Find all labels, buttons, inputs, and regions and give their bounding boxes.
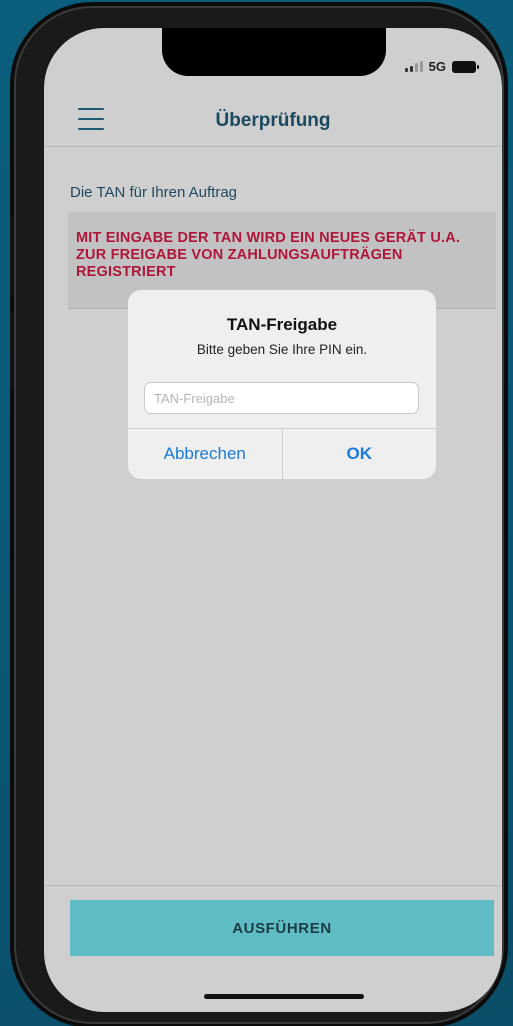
ok-button[interactable]: OK xyxy=(281,429,437,479)
cancel-button[interactable]: Abbrechen xyxy=(128,429,282,479)
phone-screen: 5G Überprüfung Die TAN für Ihren Auftrag… xyxy=(44,28,502,1012)
dialog-message: Bitte geben Sie Ihre PIN ein. xyxy=(196,342,368,357)
divider xyxy=(44,885,502,886)
tan-dialog: TAN-Freigabe Bitte geben Sie Ihre PIN ei… xyxy=(128,290,436,479)
navigation-bar: Überprüfung xyxy=(44,94,502,147)
warning-text: MIT EINGABE DER TAN WIRD EIN NEUES GERÄT… xyxy=(76,230,461,280)
execute-button[interactable]: AUSFÜHREN xyxy=(70,900,494,956)
phone-side-button xyxy=(10,216,14,296)
network-label: 5G xyxy=(428,59,446,74)
tan-input[interactable] xyxy=(144,382,419,414)
signal-icon xyxy=(404,61,423,72)
home-indicator[interactable] xyxy=(204,994,364,999)
status-bar: 5G xyxy=(404,59,479,74)
battery-icon xyxy=(452,60,479,73)
dialog-title: TAN-Freigabe xyxy=(226,315,338,334)
phone-frame: 5G Überprüfung Die TAN für Ihren Auftrag… xyxy=(10,6,504,1024)
dialog-buttons: Abbrechen OK xyxy=(128,428,436,479)
notch xyxy=(162,28,386,76)
page-title: Überprüfung xyxy=(215,110,331,131)
phone-side-button xyxy=(10,311,14,391)
tan-label: Die TAN für Ihren Auftrag xyxy=(70,184,238,201)
